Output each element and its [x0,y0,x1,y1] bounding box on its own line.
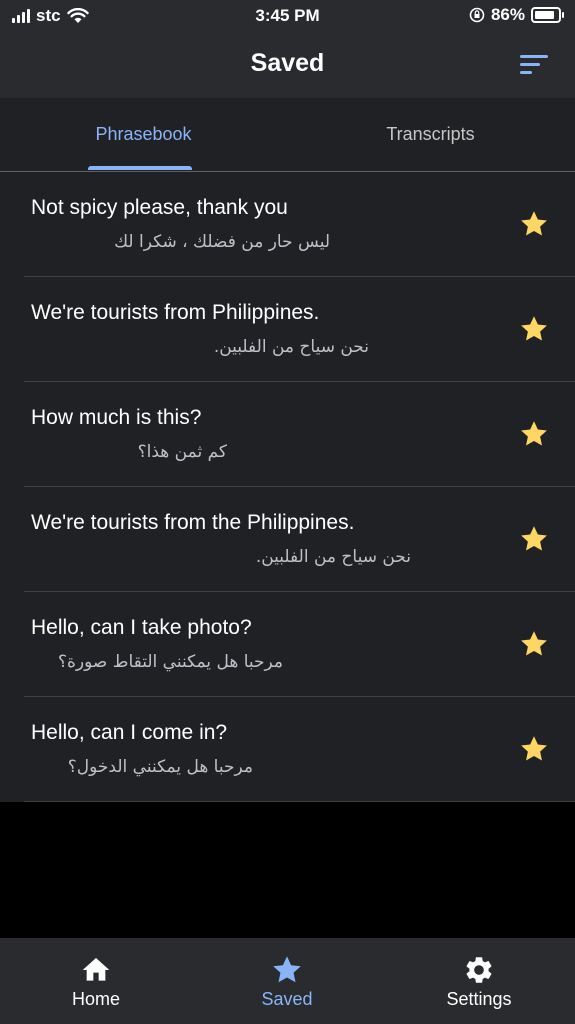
star-icon[interactable] [519,314,549,344]
status-bar: stc 3:45 PM 86% [0,0,575,32]
list-item[interactable]: Not spicy please, thank you ليس حار من ف… [0,172,575,277]
phrase-source: Not spicy please, thank you [31,196,288,219]
list-item[interactable]: We're tourists from the Philippines. نحن… [0,487,575,592]
app-header: Saved [0,32,575,98]
phrase-source: How much is this? [31,406,202,429]
star-icon[interactable] [519,734,549,764]
phrase-source: We're tourists from the Philippines. [31,511,355,534]
battery-icon [531,7,564,23]
nav-saved-label: Saved [261,989,313,1009]
star-icon [273,956,301,983]
list-item[interactable]: We're tourists from Philippines. نحن سيا… [0,277,575,382]
battery-fill [535,11,554,19]
phrase-translation: مرحبا هل يمكنني التقاط صورة؟ [57,652,283,672]
nav-saved[interactable]: Saved [191,938,383,1024]
phrase-translation: نحن سياح من الفلبين. [255,547,411,567]
nav-settings[interactable]: Settings [383,938,575,1024]
divider [24,801,575,802]
phrase-translation: كم ثمن هذا؟ [137,442,227,462]
nav-settings-label: Settings [446,989,512,1009]
tab-transcripts[interactable]: Transcripts [287,98,574,171]
star-icon[interactable] [519,209,549,239]
nav-home-label: Home [71,989,120,1009]
tab-phrasebook[interactable]: Phrasebook [0,98,287,171]
home-icon [82,958,110,981]
star-icon[interactable] [519,419,549,449]
sort-icon[interactable] [517,50,551,80]
list-item[interactable]: How much is this? كم ثمن هذا؟ [0,382,575,487]
phrase-source: Hello, can I take photo? [31,616,252,639]
status-right: 86% [469,5,564,25]
bottom-nav: Home Saved Settings [0,938,575,1024]
phrase-translation: ليس حار من فضلك ، شكرا لك [114,232,330,252]
phrase-source: We're tourists from Philippines. [31,301,320,324]
orientation-lock-icon [469,7,485,23]
phrase-list: Not spicy please, thank you ليس حار من ف… [0,172,575,802]
gear-icon [466,957,492,983]
page-title: Saved [250,49,325,77]
tab-bar: Phrasebook Transcripts [0,98,575,172]
tab-selected-indicator [88,166,192,170]
nav-home[interactable]: Home [0,938,192,1024]
star-icon[interactable] [519,524,549,554]
phrase-source: Hello, can I come in? [31,721,228,744]
battery-percent: 86% [490,5,525,24]
phrase-translation: مرحبا هل يمكنني الدخول؟ [67,757,253,777]
list-item[interactable]: Hello, can I come in? مرحبا هل يمكنني ال… [0,697,575,802]
list-item[interactable]: Hello, can I take photo? مرحبا هل يمكنني… [0,592,575,697]
phrase-translation: نحن سياح من الفلبين. [213,337,369,357]
star-icon[interactable] [519,629,549,659]
